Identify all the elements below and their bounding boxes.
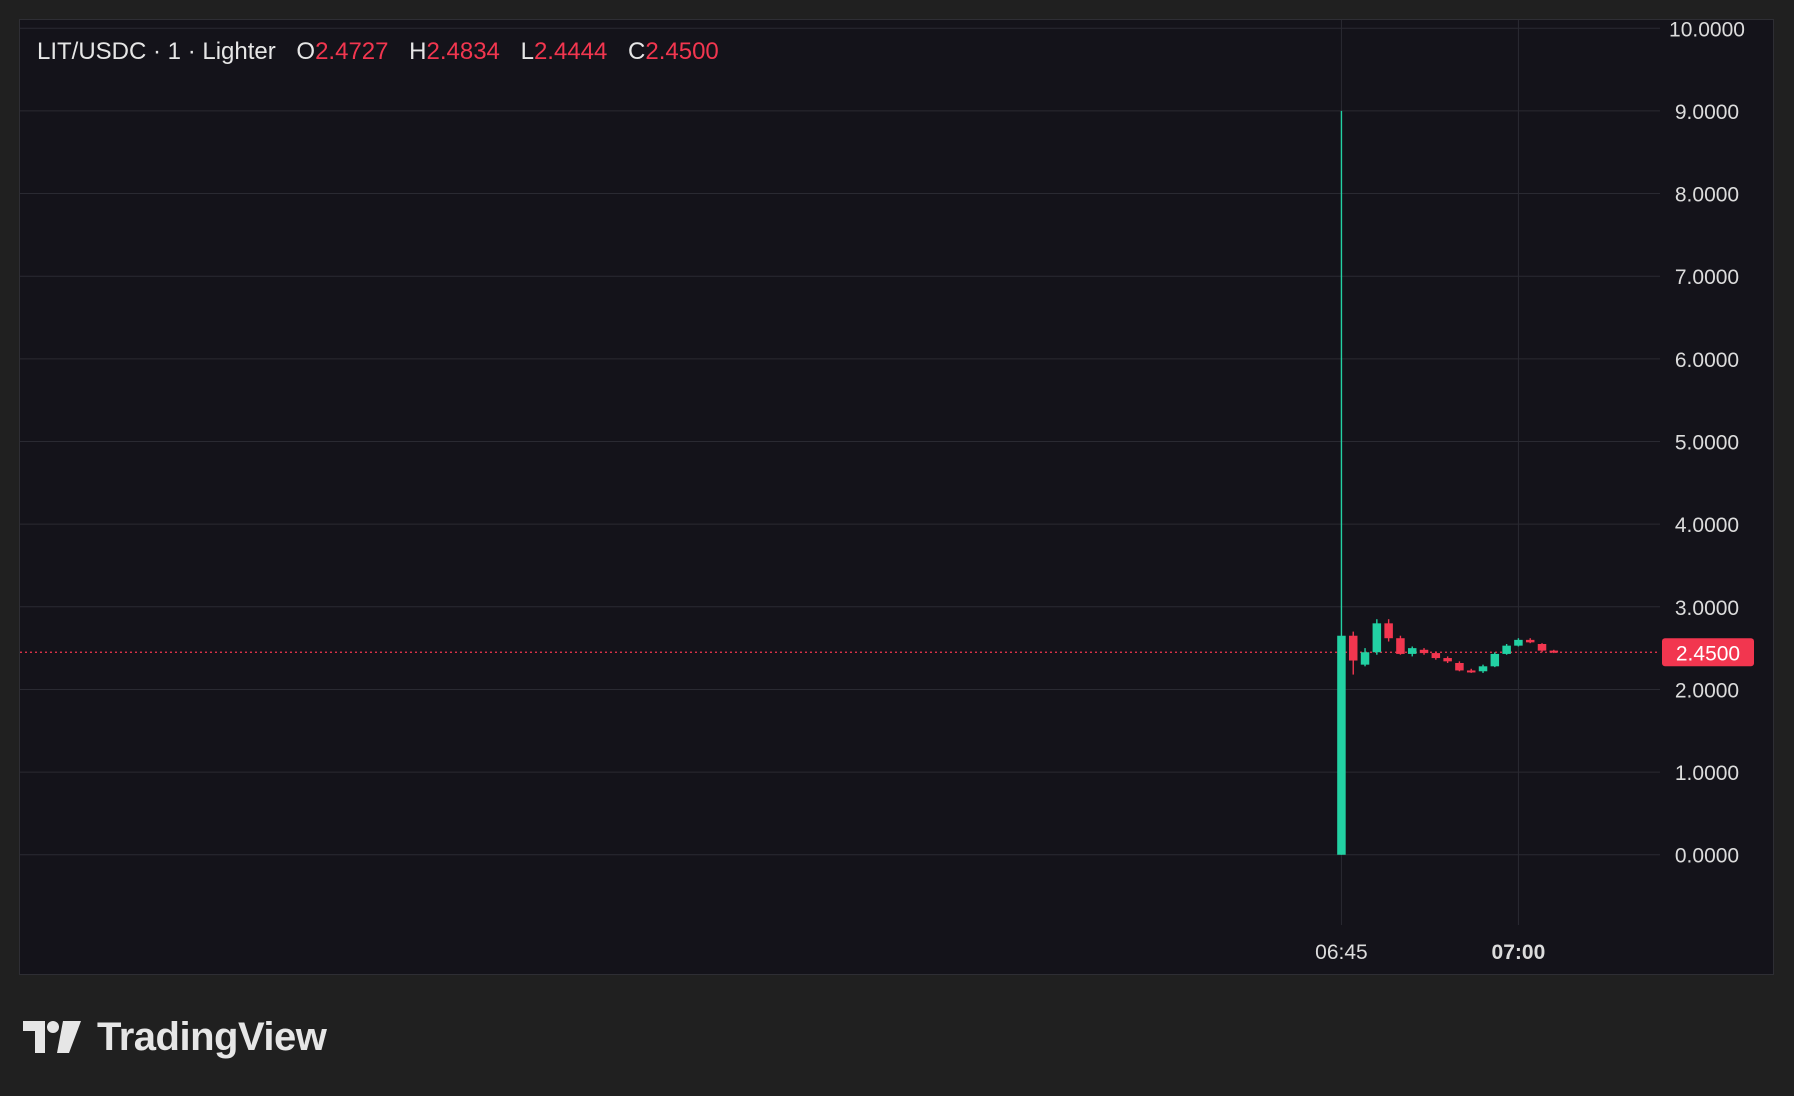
- y-axis-tick-label: 4.0000: [1675, 514, 1739, 537]
- candle-body[interactable]: [1348, 635, 1358, 661]
- candle-body[interactable]: [1372, 623, 1382, 653]
- last-price-label: 2.4500: [1676, 642, 1740, 665]
- y-axis-tick-label: 0.0000: [1675, 845, 1739, 868]
- y-axis-tick-label: 1.0000: [1675, 762, 1739, 785]
- candle-body[interactable]: [1514, 639, 1523, 646]
- candle-body[interactable]: [1525, 639, 1535, 643]
- candle-body[interactable]: [1502, 645, 1511, 654]
- y-axis-tick-label: 9.0000: [1675, 101, 1739, 124]
- y-axis-tick-label: 8.0000: [1675, 184, 1739, 207]
- candle-body[interactable]: [1443, 658, 1452, 662]
- candle-body[interactable]: [1360, 652, 1370, 665]
- y-axis-tick-label: 2.0000: [1675, 679, 1739, 702]
- candle-body[interactable]: [1549, 650, 1559, 653]
- y-axis-tick-label: 7.0000: [1675, 266, 1739, 289]
- high-label: H: [409, 38, 427, 65]
- open-label: O: [296, 38, 316, 65]
- tradingview-logo[interactable]: TradingView: [23, 1012, 327, 1062]
- symbol-legend: LIT/USDC · 1 · Lighter O2.4727 H2.4834 L…: [37, 38, 733, 66]
- candle-body[interactable]: [1384, 623, 1393, 639]
- y-axis-tick-label: 10.0000: [1669, 20, 1745, 41]
- close-value: 2.4500: [645, 38, 719, 65]
- x-axis-tick-label: 06:45: [1315, 941, 1368, 964]
- x-axis-tick-label: 07:00: [1492, 941, 1546, 964]
- high-value: 2.4834: [426, 38, 500, 65]
- candle-body[interactable]: [1419, 649, 1429, 654]
- candle-body[interactable]: [1478, 666, 1488, 672]
- symbol-info[interactable]: LIT/USDC · 1 · Lighter: [37, 38, 276, 65]
- candle-body[interactable]: [1466, 670, 1476, 673]
- candle-body[interactable]: [1337, 635, 1346, 855]
- candle-body[interactable]: [1431, 653, 1441, 659]
- candle-body[interactable]: [1396, 638, 1405, 654]
- close-label: C: [628, 38, 646, 65]
- candle-body[interactable]: [1537, 643, 1547, 651]
- candle-body[interactable]: [1407, 648, 1417, 654]
- y-axis-tick-label: 6.0000: [1675, 349, 1739, 372]
- chart-panel[interactable]: 2.4500 10.0000 9.0000 8.0000 7.0000 6.0000 5.…: [19, 19, 1774, 975]
- candle-body[interactable]: [1490, 653, 1500, 667]
- tradingview-logo-icon: [23, 1021, 81, 1053]
- candle-body[interactable]: [1455, 663, 1464, 671]
- y-axis-tick-label: 3.0000: [1675, 597, 1739, 620]
- price-chart[interactable]: 2.4500 10.0000 9.0000 8.0000 7.0000 6.0000 5.…: [20, 20, 1775, 976]
- open-value: 2.4727: [315, 38, 389, 65]
- tradingview-brand-text: TradingView: [97, 1014, 327, 1059]
- low-label: L: [520, 38, 534, 65]
- low-value: 2.4444: [533, 38, 608, 65]
- y-axis-tick-label: 5.0000: [1675, 432, 1739, 455]
